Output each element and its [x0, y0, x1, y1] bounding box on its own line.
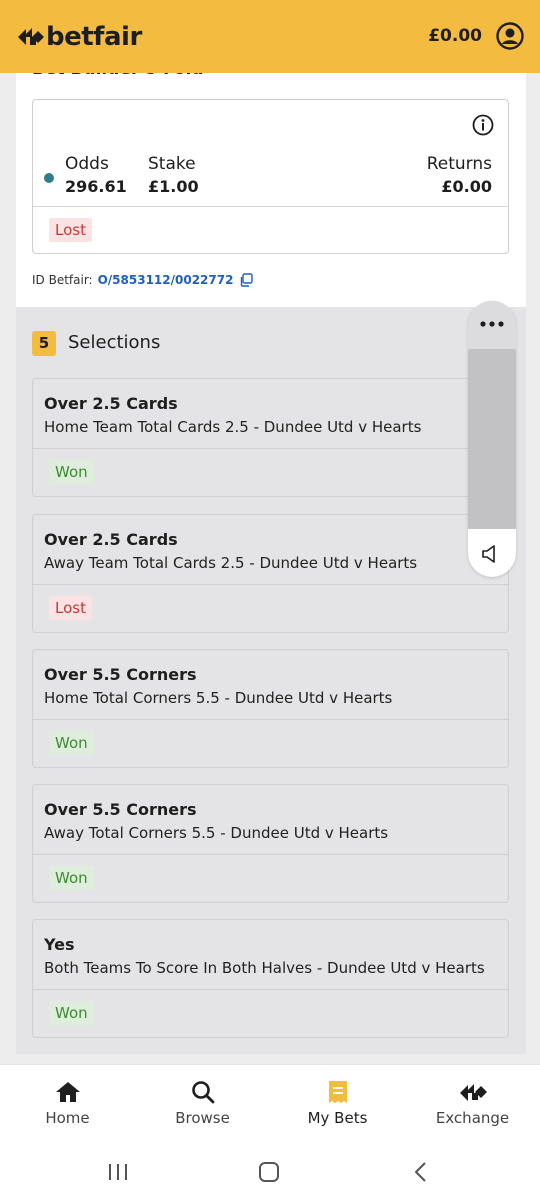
selection-name: Yes [44, 935, 75, 954]
nav-label-my-bets: My Bets [307, 1109, 368, 1127]
stake-column: Stake £1.00 [148, 154, 199, 196]
odds-value: 296.61 [65, 177, 127, 196]
betfair-logo[interactable]: betfair [16, 22, 142, 52]
selection-market: Away Total Corners 5.5 - Dundee Utd v He… [44, 824, 389, 842]
returns-label: Returns [426, 154, 492, 174]
selection-card[interactable]: Over 5.5 Corners Home Total Corners 5.5 … [32, 649, 509, 768]
bet-odds-box: Odds 296.61 Stake £1.00 Returns £0.00 Lo… [32, 99, 509, 254]
bet-id-value[interactable]: O/5853112/0022772 [98, 273, 234, 287]
copy-icon[interactable] [239, 273, 254, 287]
stake-value: £1.00 [148, 177, 199, 196]
selection-name: Over 5.5 Corners [44, 665, 197, 684]
side-panel-handle[interactable] [468, 301, 516, 349]
system-nav-bar [0, 1144, 540, 1200]
nav-label-exchange: Exchange [435, 1109, 510, 1127]
nav-label-browse: Browse [175, 1109, 230, 1127]
selection-card[interactable]: Over 5.5 Corners Away Total Corners 5.5 … [32, 784, 509, 903]
divider [33, 989, 508, 990]
search-icon [191, 1081, 214, 1104]
home-button-icon[interactable] [257, 1160, 281, 1184]
app-header: betfair £0.00 [0, 0, 540, 73]
bet-status-badge: Lost [49, 218, 92, 242]
bet-summary-card: Bet Builder 5 Fold Odds 296.61 Stake £1.… [16, 59, 526, 307]
selection-market: Home Total Corners 5.5 - Dundee Utd v He… [44, 689, 393, 707]
returns-value: £0.00 [441, 177, 492, 196]
selection-status-badge: Won [49, 866, 94, 890]
bottom-nav: Home Browse My Bets Exchange [0, 1064, 540, 1144]
nav-item-home[interactable]: Home [0, 1065, 135, 1144]
selection-market: Both Teams To Score In Both Halves - Dun… [44, 959, 485, 977]
nav-item-exchange[interactable]: Exchange [405, 1065, 540, 1144]
divider [33, 719, 508, 720]
betfair-logo-icon [18, 28, 44, 45]
info-icon[interactable] [472, 114, 494, 136]
account-icon[interactable] [496, 22, 524, 50]
divider [33, 448, 508, 449]
bet-id-label: ID Betfair: [32, 273, 93, 287]
selection-market: Away Team Total Cards 2.5 - Dundee Utd v… [44, 554, 418, 572]
selection-name: Over 2.5 Cards [44, 530, 178, 549]
selection-card[interactable]: Over 2.5 Cards Away Team Total Cards 2.5… [32, 514, 509, 633]
bet-status-dot [44, 173, 54, 183]
selection-status-badge: Lost [49, 596, 92, 620]
side-panel-volume[interactable] [468, 529, 516, 577]
nav-item-my-bets[interactable]: My Bets [270, 1065, 405, 1144]
divider [33, 584, 508, 585]
recent-apps-icon[interactable] [106, 1160, 130, 1184]
divider [33, 206, 508, 207]
odds-label: Odds [65, 154, 109, 174]
selections-title: Selections [68, 332, 161, 353]
selections-section: 5 Selections Over 2.5 Cards Home Team To… [16, 307, 526, 1054]
returns-column: Returns £0.00 [427, 154, 492, 196]
more-options-icon[interactable] [479, 319, 505, 329]
selection-card[interactable]: Over 2.5 Cards Home Team Total Cards 2.5… [32, 378, 509, 497]
selection-name: Over 2.5 Cards [44, 394, 178, 413]
odds-column: Odds 296.61 [65, 154, 127, 196]
selection-status-badge: Won [49, 731, 94, 755]
stake-label: Stake [148, 154, 196, 174]
brand-name: betfair [46, 22, 142, 52]
selection-status-badge: Won [49, 1001, 94, 1025]
speaker-icon[interactable] [480, 543, 502, 565]
bet-id: ID Betfair: O/5853112/0022772 [32, 273, 254, 287]
back-icon[interactable] [409, 1160, 433, 1184]
exchange-icon [459, 1084, 487, 1101]
receipt-icon [328, 1081, 347, 1103]
nav-label-home: Home [45, 1109, 90, 1127]
divider [33, 854, 508, 855]
selection-name: Over 5.5 Corners [44, 800, 197, 819]
account-balance[interactable]: £0.00 [428, 26, 482, 46]
floating-side-panel[interactable] [468, 301, 516, 577]
selection-market: Home Team Total Cards 2.5 - Dundee Utd v… [44, 418, 422, 436]
selection-card[interactable]: Yes Both Teams To Score In Both Halves -… [32, 919, 509, 1038]
selections-count-badge: 5 [32, 331, 56, 356]
home-icon [55, 1082, 80, 1102]
selection-status-badge: Won [49, 460, 94, 484]
nav-item-browse[interactable]: Browse [135, 1065, 270, 1144]
